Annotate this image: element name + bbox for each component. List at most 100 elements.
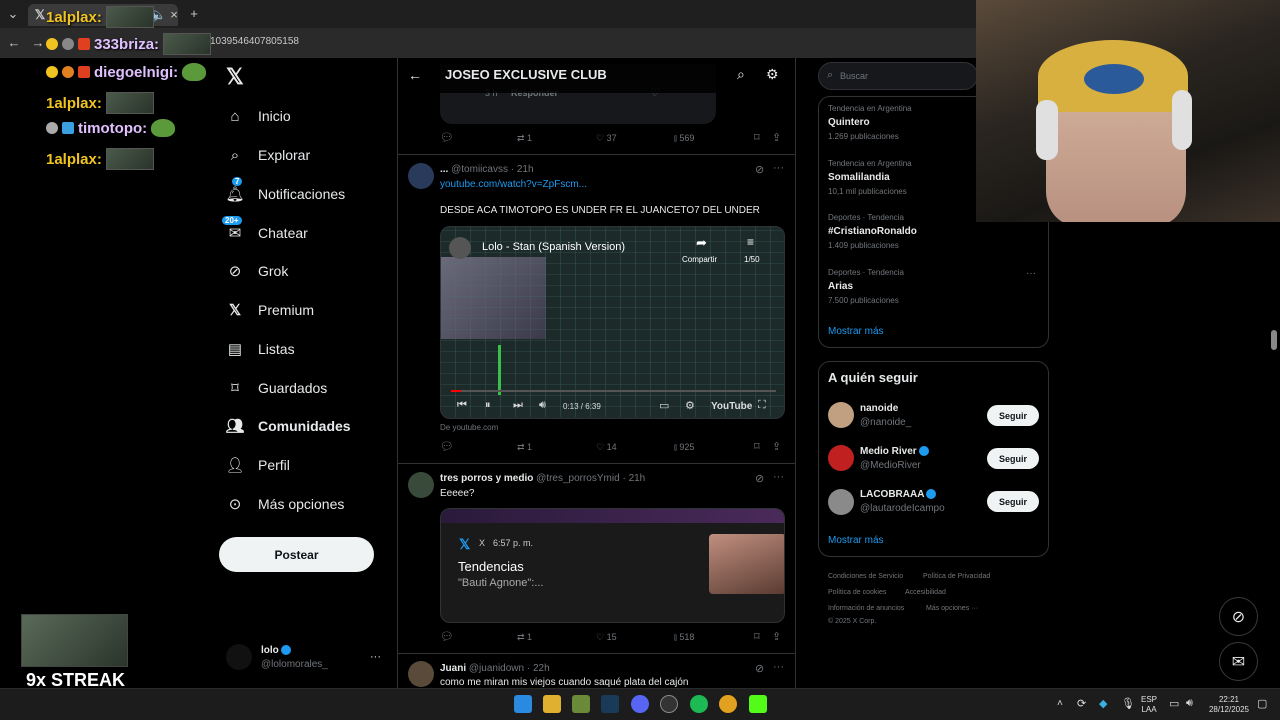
gear-icon[interactable]: ⚙ — [766, 66, 779, 83]
url-text[interactable]: 1039546407805158 — [210, 36, 299, 47]
app-icon[interactable] — [572, 695, 590, 713]
share-icon[interactable]: ➦ — [696, 235, 707, 251]
follow-button[interactable]: Seguir — [987, 405, 1039, 426]
footer-link[interactable]: Accesibilidad — [905, 589, 946, 596]
retweet-count[interactable]: ⇄ 1 — [517, 442, 532, 453]
avatar[interactable] — [226, 644, 252, 670]
tweet-author[interactable]: ... @tomiicavss · 21h — [440, 164, 534, 175]
tab-close-icon[interactable]: × — [166, 7, 182, 23]
share-icon[interactable]: ⇪ — [772, 440, 781, 453]
avatar[interactable] — [408, 163, 434, 189]
tweet-link[interactable]: youtube.com/watch?v=ZpFscm... — [440, 179, 587, 190]
search-input[interactable]: ⌕ Buscar — [818, 62, 978, 90]
footer-link[interactable]: Política de cookies — [828, 589, 886, 596]
search-icon[interactable]: ⌕ — [737, 66, 745, 83]
follow-button[interactable]: Seguir — [987, 448, 1039, 469]
footer-link[interactable]: Información de anuncios — [828, 605, 904, 612]
spotify-icon[interactable] — [690, 695, 708, 713]
nav-item-mas-opciones[interactable]: ⊙ Más opciones — [226, 489, 345, 519]
like-count[interactable]: ♡ 14 — [596, 442, 617, 453]
trend-name[interactable]: Arias — [828, 281, 853, 292]
tray-sync-icon[interactable]: ⟳ — [1077, 697, 1086, 710]
avatar[interactable] — [408, 661, 434, 687]
reply-icon[interactable]: 💬︎ — [440, 440, 454, 453]
trend-name[interactable]: #CristianoRonaldo — [828, 226, 917, 237]
like-count[interactable]: ♡ 37 — [596, 133, 617, 144]
nav-item-listas[interactable]: ▤ Listas — [226, 334, 295, 364]
steam-icon[interactable] — [601, 695, 619, 713]
new-tab-button[interactable]: + — [186, 6, 202, 22]
footer-link[interactable]: Más opciones ··· — [926, 605, 978, 612]
nav-item-chatear[interactable]: ✉ 20+ Chatear — [222, 216, 308, 248]
footer-link[interactable]: Política de Privacidad — [923, 573, 990, 580]
grok-icon[interactable]: ⊘ — [755, 163, 764, 176]
microphone-icon[interactable]: 🎙︎ — [1121, 697, 1135, 710]
back-arrow-icon[interactable]: ← — [408, 67, 422, 83]
share-icon[interactable]: ⇪ — [772, 131, 781, 144]
grok-icon[interactable]: ⊘ — [755, 662, 764, 675]
pause-icon[interactable]: ⏸ — [485, 399, 491, 412]
tray-expand-icon[interactable]: ˄ — [1057, 698, 1063, 709]
prev-icon[interactable]: ⏮ — [457, 399, 467, 412]
volume-icon[interactable]: 🔊︎ — [539, 399, 546, 412]
tab-list-icon[interactable]: ⌄ — [5, 6, 21, 22]
avatar[interactable] — [408, 472, 434, 498]
show-more-follow-link[interactable]: Mostrar más — [828, 535, 884, 546]
view-count[interactable]: ⫾ 925 — [674, 442, 694, 453]
retweet-count[interactable]: ⇄ 1 — [517, 632, 532, 643]
follow-name[interactable]: LACOBRAAA — [860, 489, 937, 500]
nav-item-explorar[interactable]: ⌕ Explorar — [226, 140, 310, 170]
progress-track[interactable] — [451, 390, 776, 392]
account-name[interactable]: lolo — [261, 645, 291, 656]
nav-item-notificaciones[interactable]: 🔔︎ 7 Notificaciones — [225, 177, 345, 209]
tweet-author[interactable]: Juani @juanidown · 22h — [440, 663, 550, 674]
reply-icon[interactable]: 💬︎ — [440, 131, 454, 144]
more-icon[interactable]: ··· — [773, 471, 784, 483]
follow-button[interactable]: Seguir — [987, 491, 1039, 512]
tray-app-icon[interactable]: ◆ — [1099, 697, 1107, 710]
app-icon[interactable] — [660, 695, 678, 713]
back-icon[interactable]: ← — [6, 35, 22, 51]
show-more-trends-link[interactable]: Mostrar más — [828, 326, 884, 337]
x-logo-icon[interactable]: 𝕏 — [226, 64, 244, 90]
avatar[interactable] — [828, 402, 854, 428]
fullscreen-icon[interactable]: ⛶ — [758, 399, 766, 412]
avatar[interactable] — [828, 489, 854, 515]
view-count[interactable]: ⫾ 518 — [674, 632, 694, 643]
youtube-embed[interactable]: Lolo - Stan (Spanish Version) ➦ Comparti… — [440, 226, 785, 419]
video-title[interactable]: Lolo - Stan (Spanish Version) — [482, 241, 625, 253]
more-icon[interactable]: ··· — [773, 162, 784, 174]
nav-item-inicio[interactable]: ⌂ Inicio — [226, 101, 290, 131]
footer-link[interactable]: Condiciones de Servicio — [828, 573, 903, 580]
nav-item-grok[interactable]: ⊘ Grok — [226, 256, 289, 286]
windows-start-icon[interactable] — [514, 695, 532, 713]
language-indicator[interactable]: ESP LAA — [1141, 695, 1157, 715]
nav-item-comunidades[interactable]: 👥︎ Comunidades — [225, 411, 350, 441]
reply-icon[interactable]: 💬︎ — [440, 630, 454, 643]
bookmark-icon[interactable]: ⌑ — [754, 440, 760, 453]
notifications-icon[interactable]: ▢ — [1257, 697, 1267, 710]
kick-icon[interactable] — [749, 695, 767, 713]
follow-name[interactable]: nanoide — [860, 403, 898, 414]
messages-fab-icon[interactable]: ✉ — [1219, 642, 1258, 681]
trend-more-icon[interactable]: ··· — [1026, 268, 1036, 279]
captions-icon[interactable]: ▭ — [659, 399, 669, 412]
nav-item-perfil[interactable]: 👤︎ Perfil — [225, 450, 289, 480]
screenshot-image[interactable]: 𝕏 X 6:57 p. m. Tendencias "Bauti Agnone"… — [440, 508, 785, 623]
follow-name[interactable]: Medio River — [860, 446, 929, 457]
nav-item-guardados[interactable]: ⌑ Guardados — [226, 373, 327, 403]
trend-name[interactable]: Somalilandia — [828, 172, 890, 183]
account-more-icon[interactable]: ··· — [370, 651, 381, 663]
more-icon[interactable]: ··· — [773, 661, 784, 673]
youtube-logo[interactable]: YouTube — [711, 401, 752, 412]
forward-icon[interactable]: → — [30, 35, 46, 51]
tweet-author[interactable]: tres porros y medio @tres_porrosYmid · 2… — [440, 473, 645, 484]
bookmark-icon[interactable]: ⌑ — [754, 131, 760, 144]
like-count[interactable]: ♡ 15 — [596, 632, 617, 643]
playlist-icon[interactable]: ≡ — [747, 235, 754, 249]
scrollbar[interactable] — [1271, 330, 1277, 350]
volume-icon[interactable]: 🔊︎ — [1186, 697, 1193, 710]
next-icon[interactable]: ⏭ — [513, 399, 523, 412]
trend-name[interactable]: Quintero — [828, 117, 870, 128]
settings-icon[interactable]: ⚙ — [685, 399, 695, 412]
